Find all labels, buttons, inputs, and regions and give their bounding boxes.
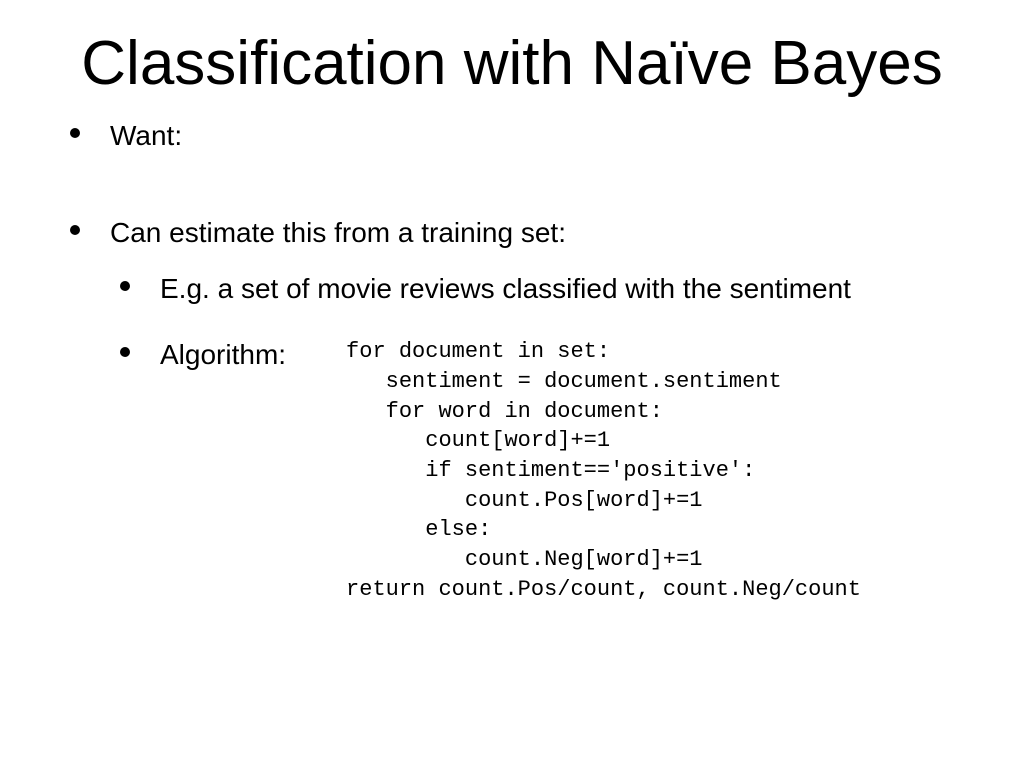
sub-bullet-example: E.g. a set of movie reviews classified w… <box>110 271 964 307</box>
sub-bullet-algorithm: Algorithm: for document in set: sentimen… <box>110 337 964 604</box>
slide: Classification with Naïve Bayes Want: Ca… <box>0 0 1024 768</box>
algorithm-row: Algorithm: for document in set: sentimen… <box>160 337 964 604</box>
bullet-icon <box>70 128 80 138</box>
bullet-want: Want: <box>60 118 964 154</box>
bullet-icon <box>120 347 130 357</box>
sub-bullet-example-text: E.g. a set of movie reviews classified w… <box>160 273 851 304</box>
algorithm-code: for document in set: sentiment = documen… <box>346 337 861 604</box>
slide-title: Classification with Naïve Bayes <box>60 30 964 98</box>
bullet-want-text: Want: <box>110 120 182 151</box>
bullet-estimate-text: Can estimate this from a training set: <box>110 217 566 248</box>
sub-bullet-list: E.g. a set of movie reviews classified w… <box>110 271 964 605</box>
bullet-list: Want: Can estimate this from a training … <box>60 118 964 604</box>
bullet-icon <box>70 225 80 235</box>
algorithm-label: Algorithm: <box>160 337 346 373</box>
bullet-icon <box>120 281 130 291</box>
bullet-estimate: Can estimate this from a training set: E… <box>60 215 964 605</box>
